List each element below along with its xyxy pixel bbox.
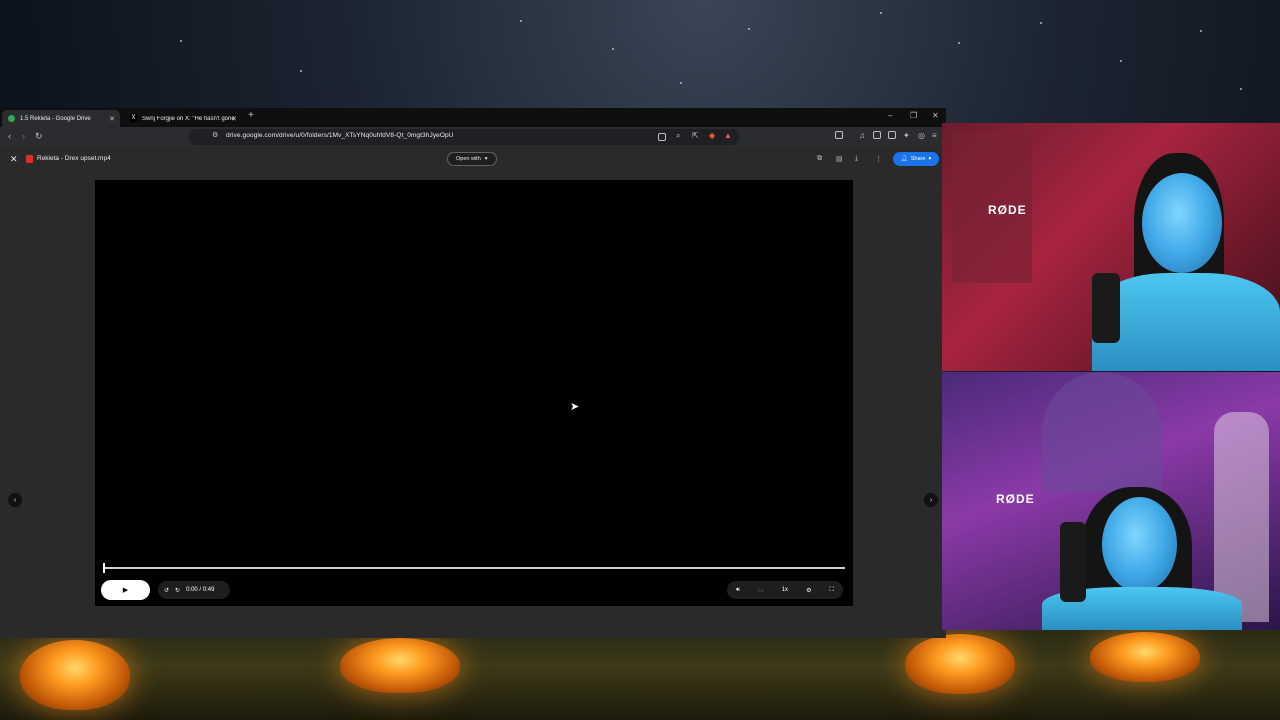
extensions-icon[interactable]: ✦ xyxy=(903,131,910,140)
x-logo-icon: X xyxy=(130,115,137,122)
share-button[interactable]: 👤︎ Share ▾ xyxy=(893,152,939,166)
chevron-down-icon: ▾ xyxy=(484,156,488,162)
forward-10-icon[interactable]: ↻ xyxy=(175,587,180,594)
video-player[interactable]: ▶ ↺ ↻ 0:00 / 0:49 🔊︎ ▭ 1x ⚙ ⛶ ➤ xyxy=(95,180,853,606)
tab-x-post[interactable]: X Swnj Forgjie on X: "He hasn't gone ✕ xyxy=(124,110,242,127)
open-with-label: Open with xyxy=(456,156,481,162)
person-add-icon: 👤︎ xyxy=(900,156,908,162)
address-bar[interactable]: ⚙ drive.google.com/drive/u/0/folders/1Mv… xyxy=(188,129,740,145)
player-settings-controls: 🔊︎ ▭ 1x ⚙ ⛶ xyxy=(727,581,843,599)
share-label: Share xyxy=(910,156,926,162)
minimize-icon[interactable]: – xyxy=(888,111,892,120)
google-drive-icon xyxy=(8,115,15,122)
close-icon[interactable]: ✕ xyxy=(109,115,115,123)
close-window-icon[interactable]: ✕ xyxy=(932,111,939,120)
microphone xyxy=(1092,273,1120,343)
pumpkin-ground xyxy=(0,630,1280,720)
browser-toolbar: ‹ › ↻ 🔖︎ ⚙ drive.google.com/drive/u/0/fo… xyxy=(0,127,946,147)
new-tab-icon[interactable]: + xyxy=(248,110,254,121)
progress-handle[interactable] xyxy=(103,563,105,573)
tab-strip: 1.5 Rekieta - Google Drive ✕ X Swnj Forg… xyxy=(0,108,946,127)
settings-gear-icon[interactable]: ⚙ xyxy=(806,587,811,594)
volume-icon[interactable]: 🔊︎ xyxy=(736,587,740,594)
close-icon[interactable]: ✕ xyxy=(231,115,237,123)
video-file-icon xyxy=(26,155,33,163)
share-page-icon[interactable]: ⇱ xyxy=(692,131,699,140)
person-body xyxy=(1092,273,1280,371)
chevron-down-icon: ▾ xyxy=(928,156,932,162)
mic-brand-label: RØDE xyxy=(996,492,1035,506)
progress-bar[interactable] xyxy=(103,567,845,569)
tab-title: 1.5 Rekieta - Google Drive xyxy=(20,115,91,122)
mic-brand-label: RØDE xyxy=(988,203,1027,217)
tab-title: Swnj Forgjie on X: "He hasn't gone xyxy=(142,115,234,122)
play-button[interactable]: ▶ xyxy=(101,580,150,600)
music-icon[interactable]: ♫ xyxy=(859,131,865,140)
webcam-top: RØDE xyxy=(942,123,1280,371)
play-icon: ▶ xyxy=(122,587,129,594)
playback-speed[interactable]: 1x xyxy=(782,587,788,593)
rewards-icon[interactable]: ▲ xyxy=(724,131,732,140)
add-shortcut-icon[interactable]: ⧉ xyxy=(817,155,822,163)
cast-icon[interactable] xyxy=(658,133,666,141)
vpn-icon[interactable]: ◎ xyxy=(918,131,925,140)
site-info-icon[interactable]: ⚙ xyxy=(212,131,218,139)
browser-window: 1.5 Rekieta - Google Drive ✕ X Swnj Forg… xyxy=(0,108,946,638)
zoom-icon[interactable]: ⌕ xyxy=(676,131,680,141)
restore-icon[interactable]: ❐ xyxy=(910,111,917,120)
time-display: 0:00 / 0:49 xyxy=(186,587,215,593)
previous-file-icon[interactable]: ‹ xyxy=(8,493,22,507)
reload-icon[interactable]: ↻ xyxy=(35,131,43,142)
microphone xyxy=(1060,522,1086,602)
mouse-cursor-icon: ➤ xyxy=(570,401,580,413)
rewind-10-icon[interactable]: ↺ xyxy=(164,587,169,594)
playback-controls: ↺ ↻ 0:00 / 0:49 xyxy=(158,581,230,599)
person-head xyxy=(1102,497,1177,592)
close-viewer-icon[interactable]: ✕ xyxy=(10,154,18,165)
wallet-icon[interactable] xyxy=(888,131,896,139)
next-file-icon[interactable]: › xyxy=(924,493,938,507)
comment-icon[interactable]: ▤ xyxy=(836,155,843,163)
fullscreen-icon[interactable]: ⛶ xyxy=(830,587,834,594)
download-icon[interactable]: ⤓ xyxy=(855,155,858,163)
url-text: drive.google.com/drive/u/0/folders/1Mv_X… xyxy=(226,132,454,139)
more-options-icon[interactable]: ⋮ xyxy=(875,155,882,163)
pumpkin-2 xyxy=(340,638,460,693)
tab-google-drive[interactable]: 1.5 Rekieta - Google Drive ✕ xyxy=(2,110,120,127)
open-with-button[interactable]: Open with ▾ xyxy=(447,152,497,166)
brave-shield-icon[interactable]: ◆ xyxy=(709,131,715,140)
sidebar-icon[interactable] xyxy=(835,131,843,139)
pumpkin-4 xyxy=(1090,632,1200,682)
drive-file-viewer: ✕ Rekieta - Drex upset.mp4 Open with ▾ ⧉… xyxy=(0,147,946,638)
pumpkin-1 xyxy=(20,640,130,710)
panel-icon[interactable] xyxy=(873,131,881,139)
back-icon[interactable]: ‹ xyxy=(8,131,11,141)
person-head xyxy=(1142,173,1222,273)
viewer-header: ✕ Rekieta - Drex upset.mp4 Open with ▾ ⧉… xyxy=(0,147,946,172)
captions-icon[interactable]: ▭ xyxy=(758,587,764,594)
file-name: Rekieta - Drex upset.mp4 xyxy=(37,155,111,162)
webcam-bottom: RØDE xyxy=(942,372,1280,630)
menu-icon[interactable]: ≡ xyxy=(932,131,937,140)
forward-icon[interactable]: › xyxy=(22,131,25,141)
pumpkin-3 xyxy=(905,634,1015,694)
